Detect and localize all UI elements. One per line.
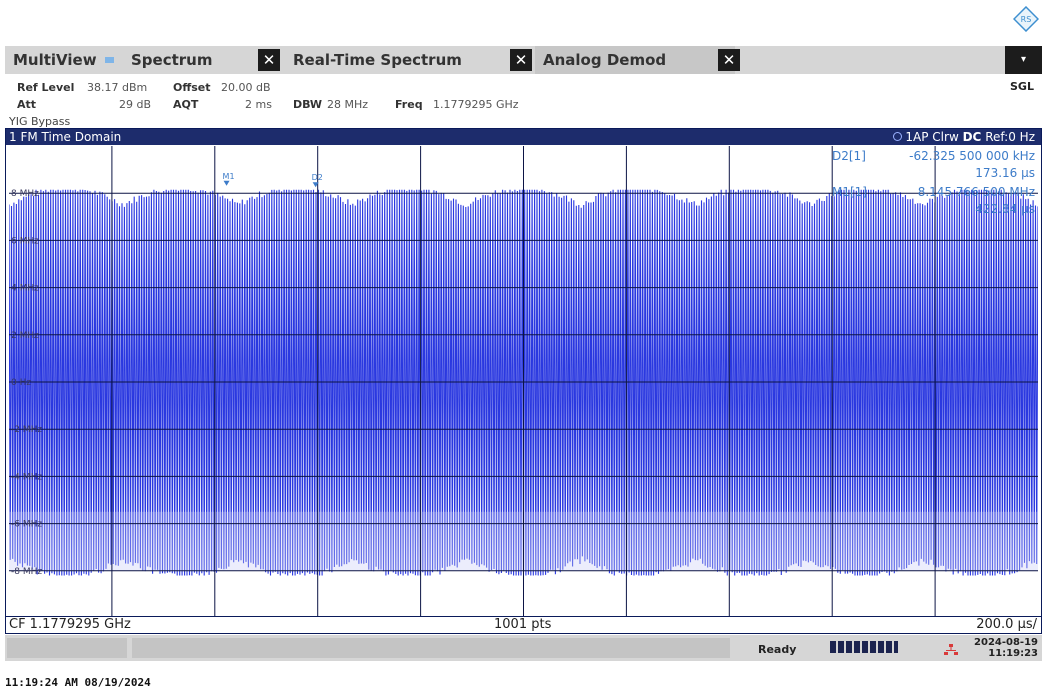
y-tick-label: -4 MHz xyxy=(11,472,42,482)
yig-bypass-label: YIG Bypass xyxy=(9,115,71,128)
points-count: 1001 pts xyxy=(494,617,552,632)
tab-realtime-label: Real-Time Spectrum xyxy=(293,51,462,69)
network-icon xyxy=(944,644,958,655)
marker-d2-label: D2 xyxy=(312,173,323,182)
ref-level-label: Ref Level xyxy=(17,81,75,94)
status-time: 11:19:23 xyxy=(988,648,1038,659)
y-tick-label: -2 MHz xyxy=(11,425,42,435)
y-tick-label: 8 MHz xyxy=(11,189,39,199)
y-tick-label: -8 MHz xyxy=(11,567,42,577)
marker-table: D2[1] -62.325 500 000 kHz 173.16 µs M1[1] 8.… xyxy=(832,149,1035,216)
marker-table-time: 422.84 µs xyxy=(975,202,1035,216)
y-tick-label: -6 MHz xyxy=(11,520,42,530)
tab-realtime-spectrum[interactable]: Real-Time Spectrum xyxy=(285,46,505,74)
close-analog-icon[interactable]: ✕ xyxy=(718,49,740,71)
marker-table-value: -62.325 500 000 kHz xyxy=(909,149,1035,163)
att-label: Att xyxy=(17,98,37,111)
diagram-info: 1AP Clrw DC Ref:0 Hz xyxy=(892,129,1035,145)
close-spectrum-icon[interactable]: ✕ xyxy=(258,49,280,71)
marker-m1-icon[interactable] xyxy=(223,180,230,186)
center-frequency: CF 1.1779295 GHz xyxy=(9,617,131,632)
y-tick-label: 6 MHz xyxy=(11,236,39,246)
rohde-schwarz-logo: RS xyxy=(1013,6,1039,32)
tab-multiview-label: MultiView xyxy=(13,51,97,69)
time-per-division: 200.0 µs/ xyxy=(976,617,1037,632)
multiview-icon xyxy=(104,57,114,63)
tab-bar: MultiView Spectrum ✕ Real-Time Spectrum … xyxy=(5,46,1042,74)
marker-m1-label: M1 xyxy=(223,172,235,181)
tab-spectrum-label: Spectrum xyxy=(131,51,213,69)
marker-table-label: D2[1] xyxy=(832,149,866,163)
marker-table-label: M1[1] xyxy=(832,185,867,199)
tab-analog-demod[interactable]: Analog Demod xyxy=(535,46,735,74)
offset-label: Offset xyxy=(173,81,211,94)
dbw-label: DBW xyxy=(293,98,323,111)
tab-analog-label: Analog Demod xyxy=(543,51,667,69)
marker-table-value: 8.145 766 500 MHz xyxy=(918,185,1035,199)
marker-table-time: 173.16 µs xyxy=(975,166,1035,180)
fm-time-domain-diagram: 1 FM Time Domain 1AP Clrw DC Ref:0 Hz 8 … xyxy=(5,128,1042,634)
diagram-title-bar: 1 FM Time Domain 1AP Clrw DC Ref:0 Hz xyxy=(6,129,1041,145)
y-tick-label: 2 MHz xyxy=(11,331,39,341)
freq-value: 1.1779295 GHz xyxy=(433,98,519,111)
logo-text: RS xyxy=(1021,15,1032,24)
screenshot-timestamp: 11:19:24 AM 08/19/2024 xyxy=(5,676,151,689)
aqt-value: 2 ms xyxy=(245,98,272,111)
y-tick-label: 0 Hz xyxy=(11,378,31,388)
settings-panel: Ref Level 38.17 dBm Offset 20.00 dB Att … xyxy=(5,74,1005,128)
status-date: 2024-08-19 xyxy=(974,637,1038,648)
ref-level-value: 38.17 dBm xyxy=(87,81,148,94)
tab-spectrum[interactable]: Spectrum xyxy=(123,46,253,74)
diagram-title: 1 FM Time Domain xyxy=(9,130,122,144)
reference-value: Ref:0 Hz xyxy=(985,130,1035,144)
aqt-label: AQT xyxy=(173,98,199,111)
trace-indicator-icon xyxy=(892,132,902,141)
ready-status: Ready xyxy=(758,643,797,656)
sweep-mode-label: SGL xyxy=(1010,80,1034,93)
menu-dropdown-button[interactable]: ▾ xyxy=(1005,46,1042,74)
trace-mode: 1AP Clrw xyxy=(905,130,959,144)
close-realtime-icon[interactable]: ✕ xyxy=(510,49,532,71)
status-datetime: 2024-08-19 11:19:23 xyxy=(966,637,1038,659)
status-field-1[interactable] xyxy=(7,638,127,658)
diagram-footer: CF 1.1779295 GHz 1001 pts 200.0 µs/ xyxy=(6,616,1041,633)
y-tick-label: 4 MHz xyxy=(11,284,39,294)
att-value: 29 dB xyxy=(119,98,152,111)
marker-glyphs: M1 D2 xyxy=(223,172,323,188)
progress-indicator xyxy=(830,641,898,653)
fm-time-domain-plot[interactable]: 8 MHz 6 MHz 4 MHz 2 MHz 0 Hz -2 MHz -4 MHz -6 M… xyxy=(9,146,1038,618)
status-field-2[interactable] xyxy=(132,638,730,658)
dbw-value: 28 MHz xyxy=(327,98,369,111)
coupling-dc: DC xyxy=(962,130,982,144)
offset-value: 20.00 dB xyxy=(221,81,271,94)
freq-label: Freq xyxy=(395,98,423,111)
tab-multiview[interactable]: MultiView xyxy=(5,46,120,74)
